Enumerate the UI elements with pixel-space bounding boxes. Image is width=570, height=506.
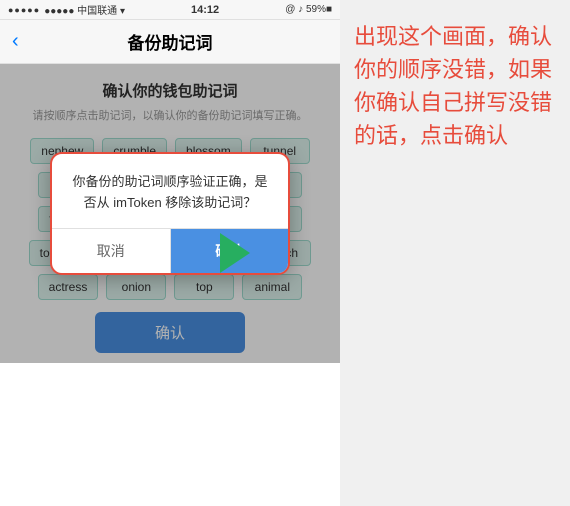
dialog-body: 你备份的助记词顺序验证正确，是否从 imToken 移除该助记词？ xyxy=(52,154,288,228)
annotation-text: 出现这个画面，确认你的顺序没错，如果你确认自己拼写没错的话，点击确认 xyxy=(354,20,556,152)
nav-title: 备份助记词 xyxy=(128,29,213,54)
status-bar: ●●●●● ●●●●● 中国联通 ▾ 14:12 @ ♪ 59%■ xyxy=(0,0,340,20)
signal-dots: ●●●●● xyxy=(8,5,40,15)
dialog-overlay: 你备份的助记词顺序验证正确，是否从 imToken 移除该助记词？ 取消 确认 xyxy=(0,64,340,363)
dialog-cancel-button[interactable]: 取消 xyxy=(52,229,171,273)
status-time: 14:12 xyxy=(191,4,219,16)
annotation-panel: 出现这个画面，确认你的顺序没错，如果你确认自己拼写没错的话，点击确认 xyxy=(340,0,570,506)
phone-frame: ●●●●● ●●●●● 中国联通 ▾ 14:12 @ ♪ 59%■ ‹ 备份助记… xyxy=(0,0,340,506)
dialog-message: 你备份的助记词顺序验证正确，是否从 imToken 移除该助记词？ xyxy=(68,172,272,214)
back-button[interactable]: ‹ xyxy=(12,30,19,53)
nav-bar: ‹ 备份助记词 xyxy=(0,20,340,64)
main-content: 确认你的钱包助记词 请按顺序点击助记词，以确认你的备份助记词填写正确。 neph… xyxy=(0,64,340,363)
carrier-name: ●●●●● 中国联通 ▾ xyxy=(44,2,125,17)
status-left: ●●●●● ●●●●● 中国联通 ▾ xyxy=(8,2,125,17)
status-icons: @ ♪ 59%■ xyxy=(285,4,332,15)
green-arrow-icon xyxy=(210,228,260,278)
status-right: @ ♪ 59%■ xyxy=(285,4,332,15)
